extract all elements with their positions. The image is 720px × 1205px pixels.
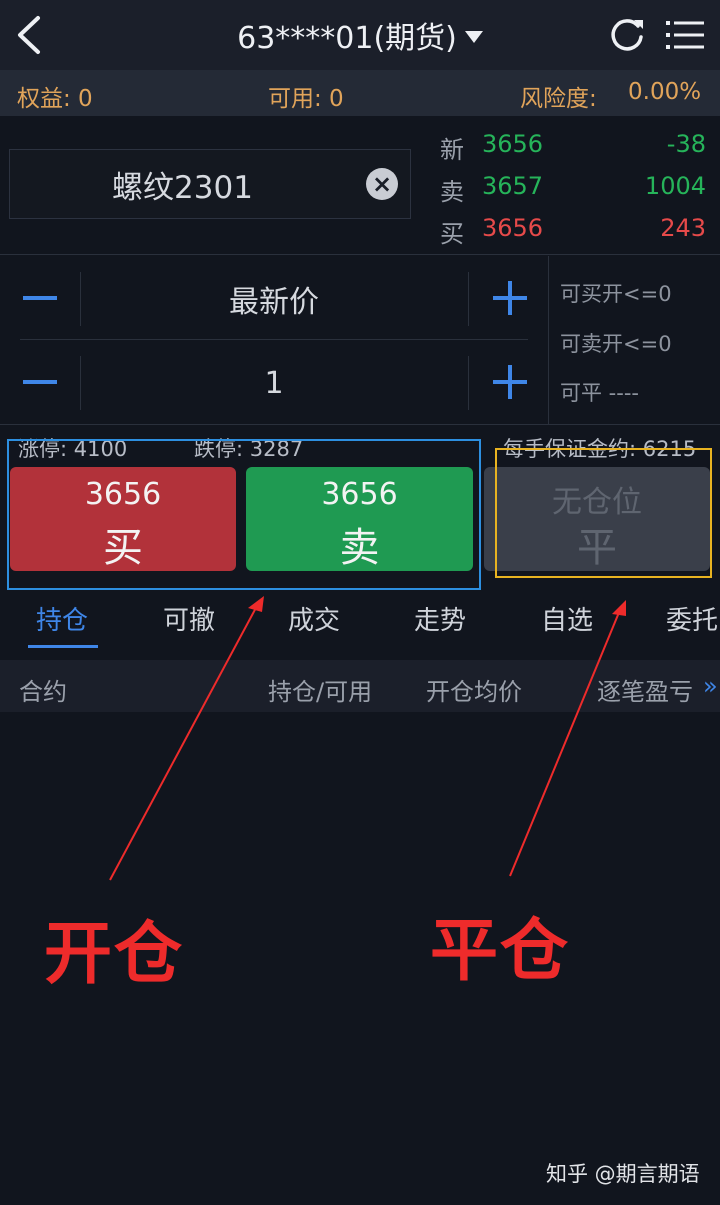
- annotation-close-position: 平仓: [430, 912, 571, 991]
- arrow-head-icon: [248, 596, 264, 612]
- arrow-head-icon: [612, 600, 626, 616]
- annotation-arrows: [109, 596, 626, 881]
- annotation-open-position: 开仓: [44, 915, 185, 994]
- watermark: 知乎 @期言期语: [546, 1162, 700, 1186]
